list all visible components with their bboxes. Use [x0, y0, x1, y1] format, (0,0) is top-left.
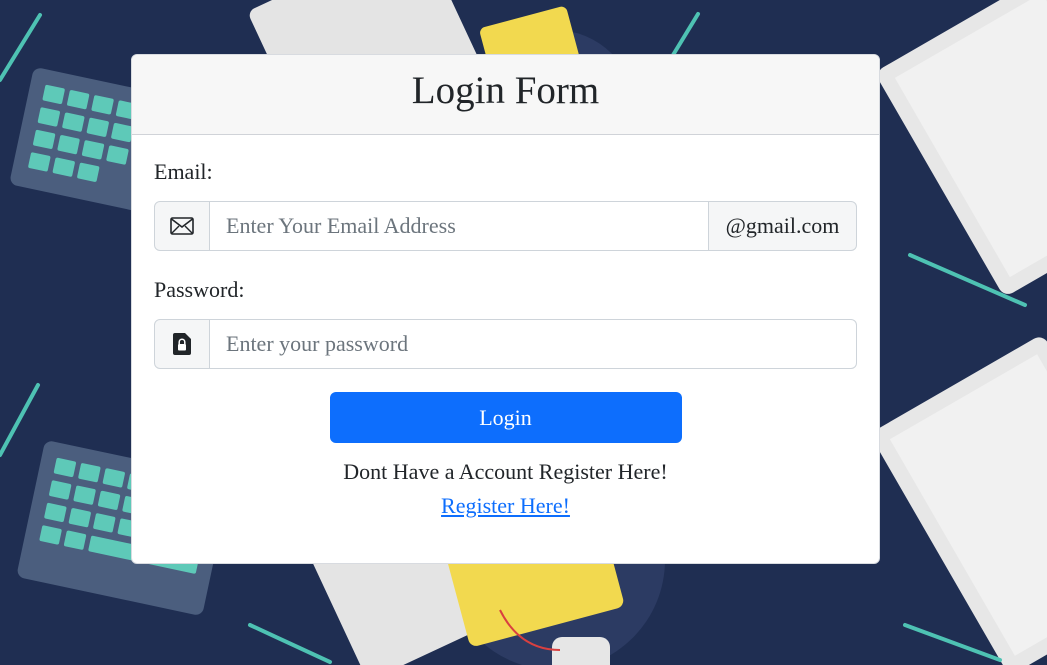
- form-title: Login Form: [411, 69, 600, 112]
- password-input[interactable]: [210, 319, 857, 369]
- login-button[interactable]: Login: [329, 392, 682, 443]
- envelope-icon: [154, 201, 210, 251]
- password-label: Password:: [154, 277, 245, 302]
- password-input-group: [154, 319, 857, 369]
- card-header: Login Form: [132, 55, 879, 135]
- email-label: Email:: [154, 159, 213, 184]
- email-input-group: @gmail.com: [154, 201, 857, 251]
- email-input[interactable]: [210, 201, 709, 251]
- register-prompt: Dont Have a Account Register Here!: [343, 459, 668, 484]
- register-link[interactable]: Register Here!: [154, 493, 857, 519]
- card-body: Email: @gmail.com Password:: [132, 135, 879, 519]
- email-domain-suffix: @gmail.com: [709, 201, 857, 251]
- file-lock-icon: [154, 319, 210, 369]
- login-card: Login Form Email: @gmail.com Password:: [131, 54, 880, 564]
